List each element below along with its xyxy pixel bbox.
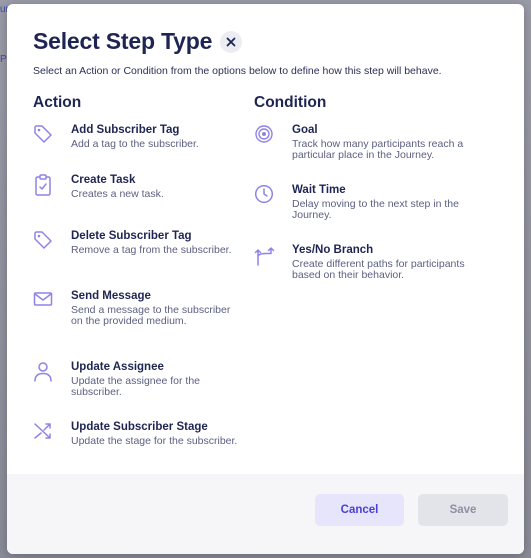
step-option-send-message[interactable]: Send Message Send a message to the subsc… [33, 290, 243, 361]
step-option-update-subscriber-stage[interactable]: Update Subscriber Stage Update the stage… [33, 421, 243, 471]
action-heading: Action [33, 94, 82, 111]
modal-title: Select Step Type [33, 28, 213, 54]
step-option-description: Add a tag to the subscriber. [71, 138, 199, 150]
modal-footer: Cancel Save [7, 474, 524, 554]
step-option-name: Add Subscriber Tag [71, 124, 180, 136]
mail-icon [33, 292, 53, 306]
cancel-button[interactable]: Cancel [315, 494, 404, 526]
step-option-delete-subscriber-tag[interactable]: Delete Subscriber Tag Remove a tag from … [33, 230, 243, 290]
step-option-description: Remove a tag from the subscriber. [71, 244, 232, 256]
step-option-name: Send Message [71, 290, 151, 302]
step-option-name: Goal [292, 124, 318, 136]
step-option-description: Send a message to the subscriber on the … [71, 304, 231, 327]
step-option-description: Update the assignee for the subscriber. [71, 375, 201, 398]
close-button[interactable] [220, 30, 243, 53]
clipboard-icon [35, 174, 51, 196]
step-option-description: Create different paths for participants … [292, 258, 465, 281]
modal-header: Select Step Type [33, 28, 243, 55]
step-option-name: Yes/No Branch [292, 244, 374, 256]
close-icon [226, 37, 236, 46]
shuffle-icon [34, 423, 51, 439]
action-column: Action Add Subscriber Tag Add a tag to t… [33, 94, 243, 471]
step-option-yes-no-branch[interactable]: Yes/No Branch Create different paths for… [254, 244, 494, 294]
step-option-goal[interactable]: Goal Track how many participants reach a… [254, 124, 494, 184]
step-option-description: Update the stage for the subscriber. [71, 435, 238, 447]
step-option-description: Delay moving to the next step in the Jou… [292, 198, 459, 221]
tag-icon [34, 231, 52, 249]
condition-heading: Condition [254, 94, 327, 111]
modal-subtitle: Select an Action or Condition from the o… [33, 65, 442, 77]
condition-column: Condition Goal Track how many participan… [254, 94, 494, 294]
clock-icon [254, 184, 274, 204]
step-option-description: Track how many participants reach a part… [292, 138, 464, 161]
save-button[interactable]: Save [418, 494, 508, 526]
select-step-type-modal: Select Step Type Select an Action or Con… [7, 4, 524, 554]
step-option-name: Wait Time [292, 184, 346, 196]
step-option-name: Update Subscriber Stage [71, 421, 208, 433]
step-option-name: Create Task [71, 174, 136, 186]
target-icon [255, 125, 273, 143]
user-icon [34, 362, 52, 382]
step-option-name: Update Assignee [71, 361, 164, 373]
step-option-create-task[interactable]: Create Task Creates a new task. [33, 174, 243, 230]
step-option-description: Creates a new task. [71, 188, 164, 200]
step-option-wait-time[interactable]: Wait Time Delay moving to the next step … [254, 184, 494, 244]
branch-icon [254, 247, 275, 266]
tag-icon [34, 125, 52, 143]
step-option-update-assignee[interactable]: Update Assignee Update the assignee for … [33, 361, 243, 421]
step-option-add-subscriber-tag[interactable]: Add Subscriber Tag Add a tag to the subs… [33, 124, 243, 174]
step-option-name: Delete Subscriber Tag [71, 230, 192, 242]
